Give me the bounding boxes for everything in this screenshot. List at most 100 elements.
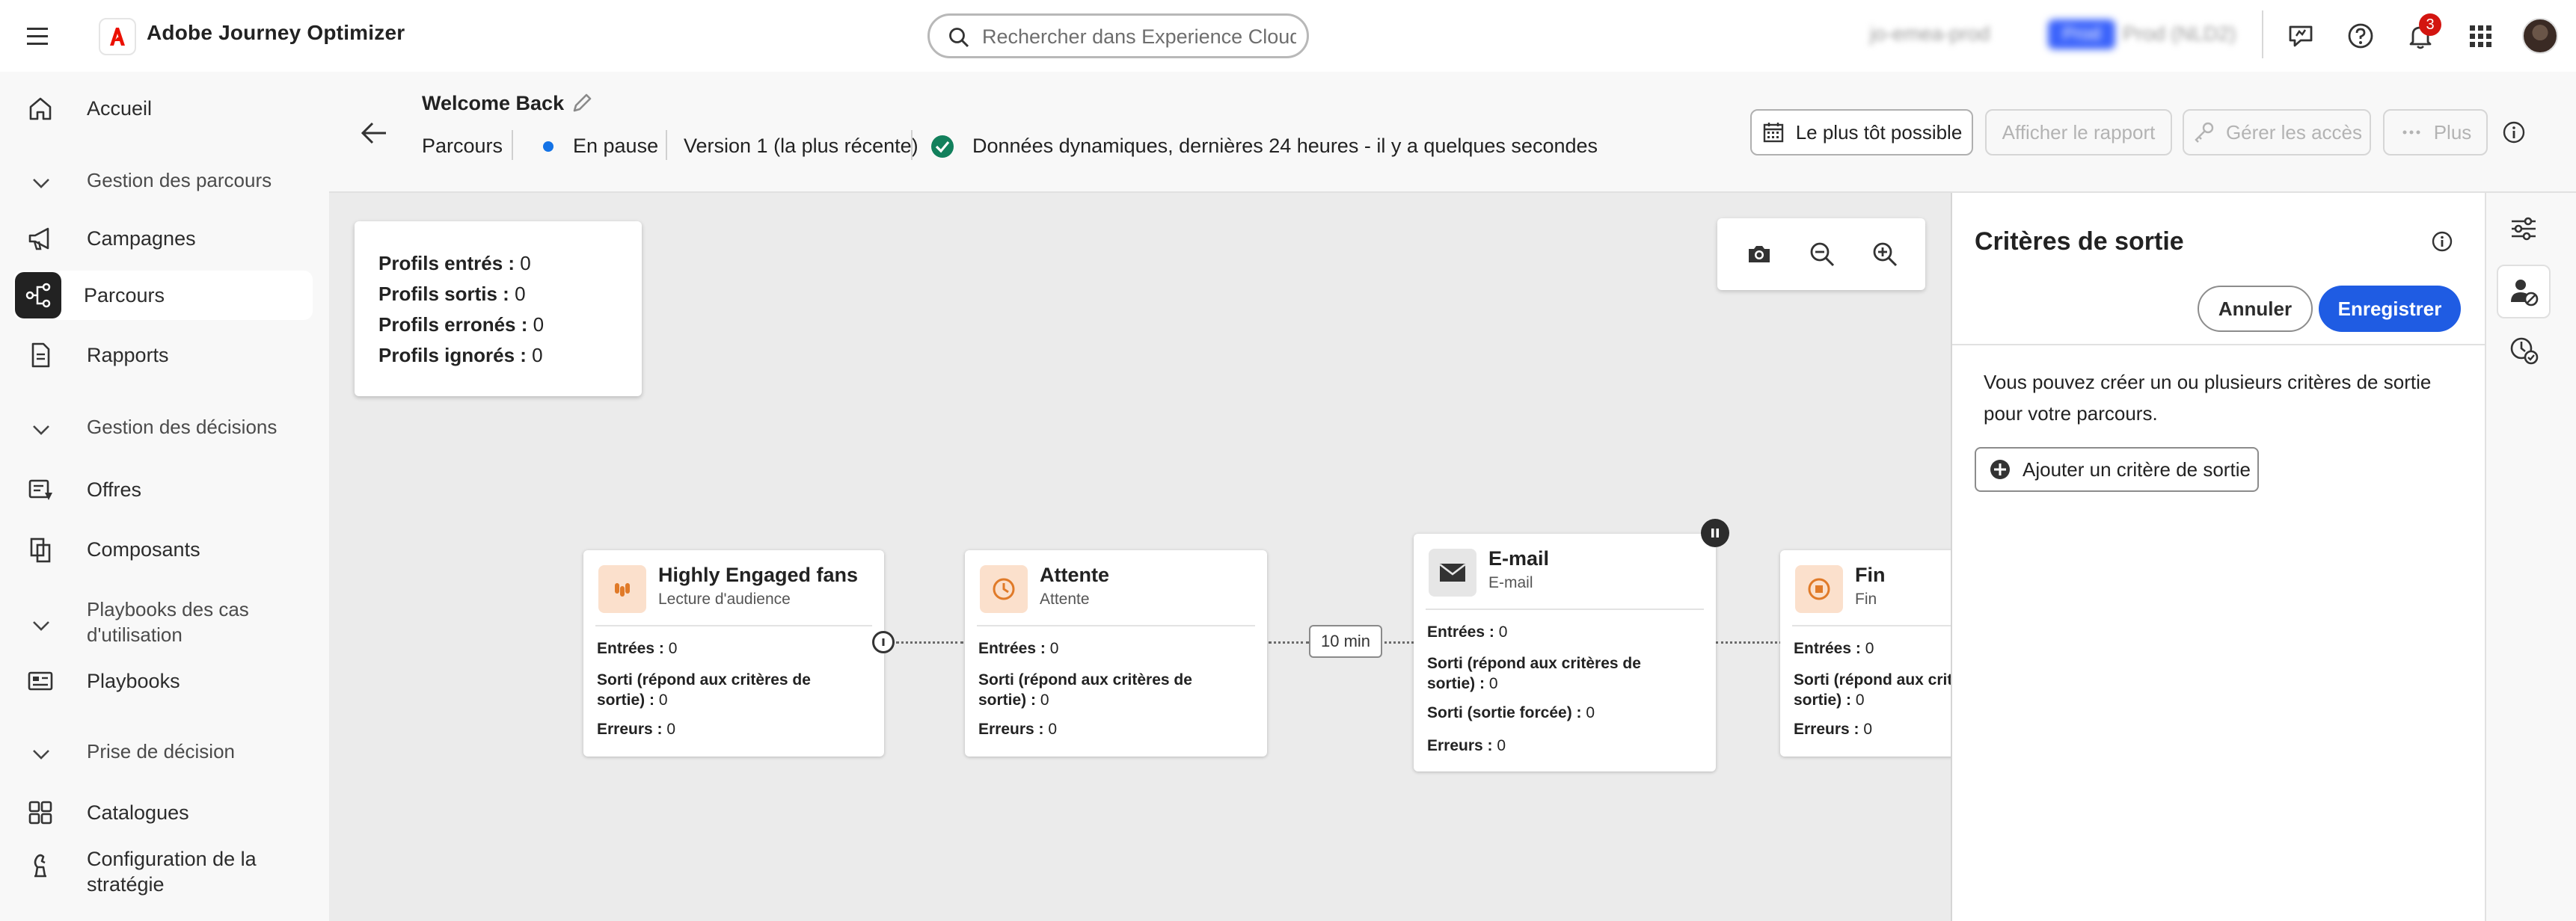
nav-item-accueil[interactable]: Accueil — [13, 84, 313, 133]
nav-section-label: Gestion des décisions — [87, 416, 277, 438]
chevron-down-icon — [28, 170, 54, 196]
adobe-logo-icon[interactable] — [99, 18, 136, 55]
node-divider — [595, 625, 872, 626]
divider — [666, 130, 667, 160]
more-label: Plus — [2433, 120, 2472, 144]
panel-title: Critères de sortie — [1975, 227, 2184, 256]
nav-label: Accueil — [87, 96, 153, 120]
manage-access-button[interactable]: Gérer les accès — [2183, 109, 2371, 155]
feedback-icon[interactable] — [2284, 19, 2317, 52]
node-title: Attente — [1040, 564, 1109, 586]
nav-section-gestion-parcours[interactable]: Gestion des parcours — [13, 167, 313, 196]
nav-item-configuration-strategie[interactable]: Configuration de la stratégie — [13, 846, 313, 909]
checkmark-circle-icon — [929, 133, 956, 160]
exit-criteria-user-icon[interactable] — [2507, 275, 2540, 308]
more-button[interactable]: Plus — [2383, 109, 2488, 155]
add-exit-criteria-button[interactable]: Ajouter un critère de sortie — [1975, 447, 2259, 492]
save-button[interactable]: Enregistrer — [2319, 286, 2461, 332]
node-stat-errors: Erreurs : 0 — [1794, 721, 1873, 738]
node-subtitle: Fin — [1855, 591, 1877, 608]
chevron-down-icon — [28, 742, 54, 767]
sandbox-name[interactable]: Prod (NLD2) — [2123, 22, 2236, 46]
view-report-label: Afficher le rapport — [2002, 120, 2156, 144]
info-icon[interactable] — [2501, 120, 2527, 145]
home-icon — [25, 93, 55, 123]
node-subtitle: Attente — [1040, 591, 1090, 608]
panel-divider — [1952, 344, 2485, 345]
app-name[interactable]: Adobe Journey Optimizer — [147, 21, 405, 45]
journey-icon — [15, 272, 61, 318]
wait-duration-chip[interactable]: 10 min — [1309, 625, 1383, 658]
journey-title: Welcome Back — [422, 92, 565, 114]
app-switcher-icon[interactable] — [2464, 19, 2497, 52]
nav-section-label: Gestion des parcours — [87, 169, 272, 191]
nav-item-composants[interactable]: Composants — [13, 525, 313, 574]
schedule-label: Le plus tôt possible — [1795, 120, 1963, 144]
back-arrow-icon[interactable] — [356, 115, 392, 151]
dynamic-data-status: Données dynamiques, dernières 24 heures … — [972, 135, 1598, 157]
node-email[interactable]: E-mail E-mail Entrées : 0 Sorti (répond … — [1414, 534, 1716, 771]
manage-access-label: Gérer les accès — [2225, 120, 2363, 144]
node-stat-exited: Sorti (répond aux critères de sortie) : 0 — [1427, 655, 1641, 692]
nav-item-parcours[interactable]: Parcours — [13, 271, 313, 320]
key-icon — [2192, 120, 2215, 144]
nav-label: Parcours — [84, 283, 165, 307]
schedule-button[interactable]: Le plus tôt possible — [1750, 109, 1973, 155]
node-title: Highly Engaged fans — [658, 564, 859, 586]
status-dot — [543, 141, 553, 152]
node-wait[interactable]: Attente Attente Entrées : 0 Sorti (répon… — [965, 550, 1267, 757]
node-output-port-icon[interactable] — [872, 631, 895, 653]
cancel-button[interactable]: Annuler — [2198, 286, 2313, 332]
nav-item-playbooks[interactable]: Playbooks — [13, 656, 313, 706]
node-audience[interactable]: Highly Engaged fans Lecture d'audience E… — [583, 550, 884, 757]
info-icon[interactable] — [2429, 229, 2455, 254]
node-divider — [977, 625, 1255, 626]
chevron-down-icon — [28, 417, 54, 443]
zoom-in-icon[interactable] — [1870, 239, 1900, 269]
sandbox-badge[interactable]: Prod — [2048, 19, 2115, 49]
node-title: Fin — [1855, 564, 1886, 586]
help-icon[interactable] — [2344, 19, 2377, 52]
view-report-button[interactable]: Afficher le rapport — [1985, 109, 2172, 155]
properties-sliders-icon[interactable] — [2507, 212, 2540, 245]
nav-item-offres[interactable]: Offres — [13, 465, 313, 514]
camera-icon[interactable] — [1744, 239, 1774, 269]
global-search[interactable] — [927, 13, 1309, 58]
node-stat-errors: Erreurs : 0 — [597, 721, 676, 738]
megaphone-icon — [25, 224, 55, 253]
nav-section-prise-decision[interactable]: Prise de décision — [13, 739, 313, 767]
user-avatar[interactable] — [2522, 18, 2558, 54]
org-name[interactable]: jo-emea-prod — [1870, 22, 1990, 46]
search-input[interactable] — [982, 22, 1296, 52]
nav-item-catalogues[interactable]: Catalogues — [13, 788, 313, 837]
nav-item-rapports[interactable]: Rapports — [13, 330, 313, 380]
nav-section-label: Playbooks des cas d'utilisation — [87, 598, 249, 646]
global-criteria-icon[interactable] — [2507, 333, 2540, 366]
offers-icon — [25, 475, 55, 505]
nav-label: Campagnes — [87, 227, 196, 250]
report-icon — [25, 340, 55, 370]
nav-label: Offres — [87, 478, 142, 501]
hamburger-menu-icon[interactable] — [22, 21, 52, 51]
node-stat-forced-exit: Sorti (sortie forcée) : 0 — [1427, 704, 1595, 721]
node-title: E-mail — [1488, 547, 1550, 570]
journey-version[interactable]: Version 1 (la plus récente) — [684, 135, 919, 158]
node-subtitle: Lecture d'audience — [658, 591, 791, 608]
email-envelope-icon — [1429, 549, 1476, 597]
node-stat-exited: Sorti (répond aux critères de sortie) : 0 — [597, 671, 811, 709]
calendar-icon — [1761, 120, 1785, 144]
catalog-icon — [25, 798, 55, 828]
zoom-out-icon[interactable] — [1807, 239, 1837, 269]
nav-section-playbooks[interactable]: Playbooks des cas d'utilisation — [13, 597, 313, 647]
breadcrumb[interactable]: Parcours — [422, 135, 503, 158]
playbook-icon — [25, 666, 55, 696]
edit-pencil-icon[interactable] — [568, 90, 595, 117]
add-exit-criteria-label: Ajouter un critère de sortie — [2023, 458, 2251, 481]
more-dots-icon — [2399, 120, 2423, 144]
nav-section-gestion-decisions[interactable]: Gestion des décisions — [13, 414, 313, 443]
nav-label: Configuration de la stratégie — [87, 848, 257, 896]
nav-item-campagnes[interactable]: Campagnes — [13, 214, 313, 263]
pause-icon[interactable] — [1701, 519, 1729, 547]
node-stat-errors: Erreurs : 0 — [978, 721, 1058, 738]
canvas-toolbar — [1717, 218, 1925, 290]
